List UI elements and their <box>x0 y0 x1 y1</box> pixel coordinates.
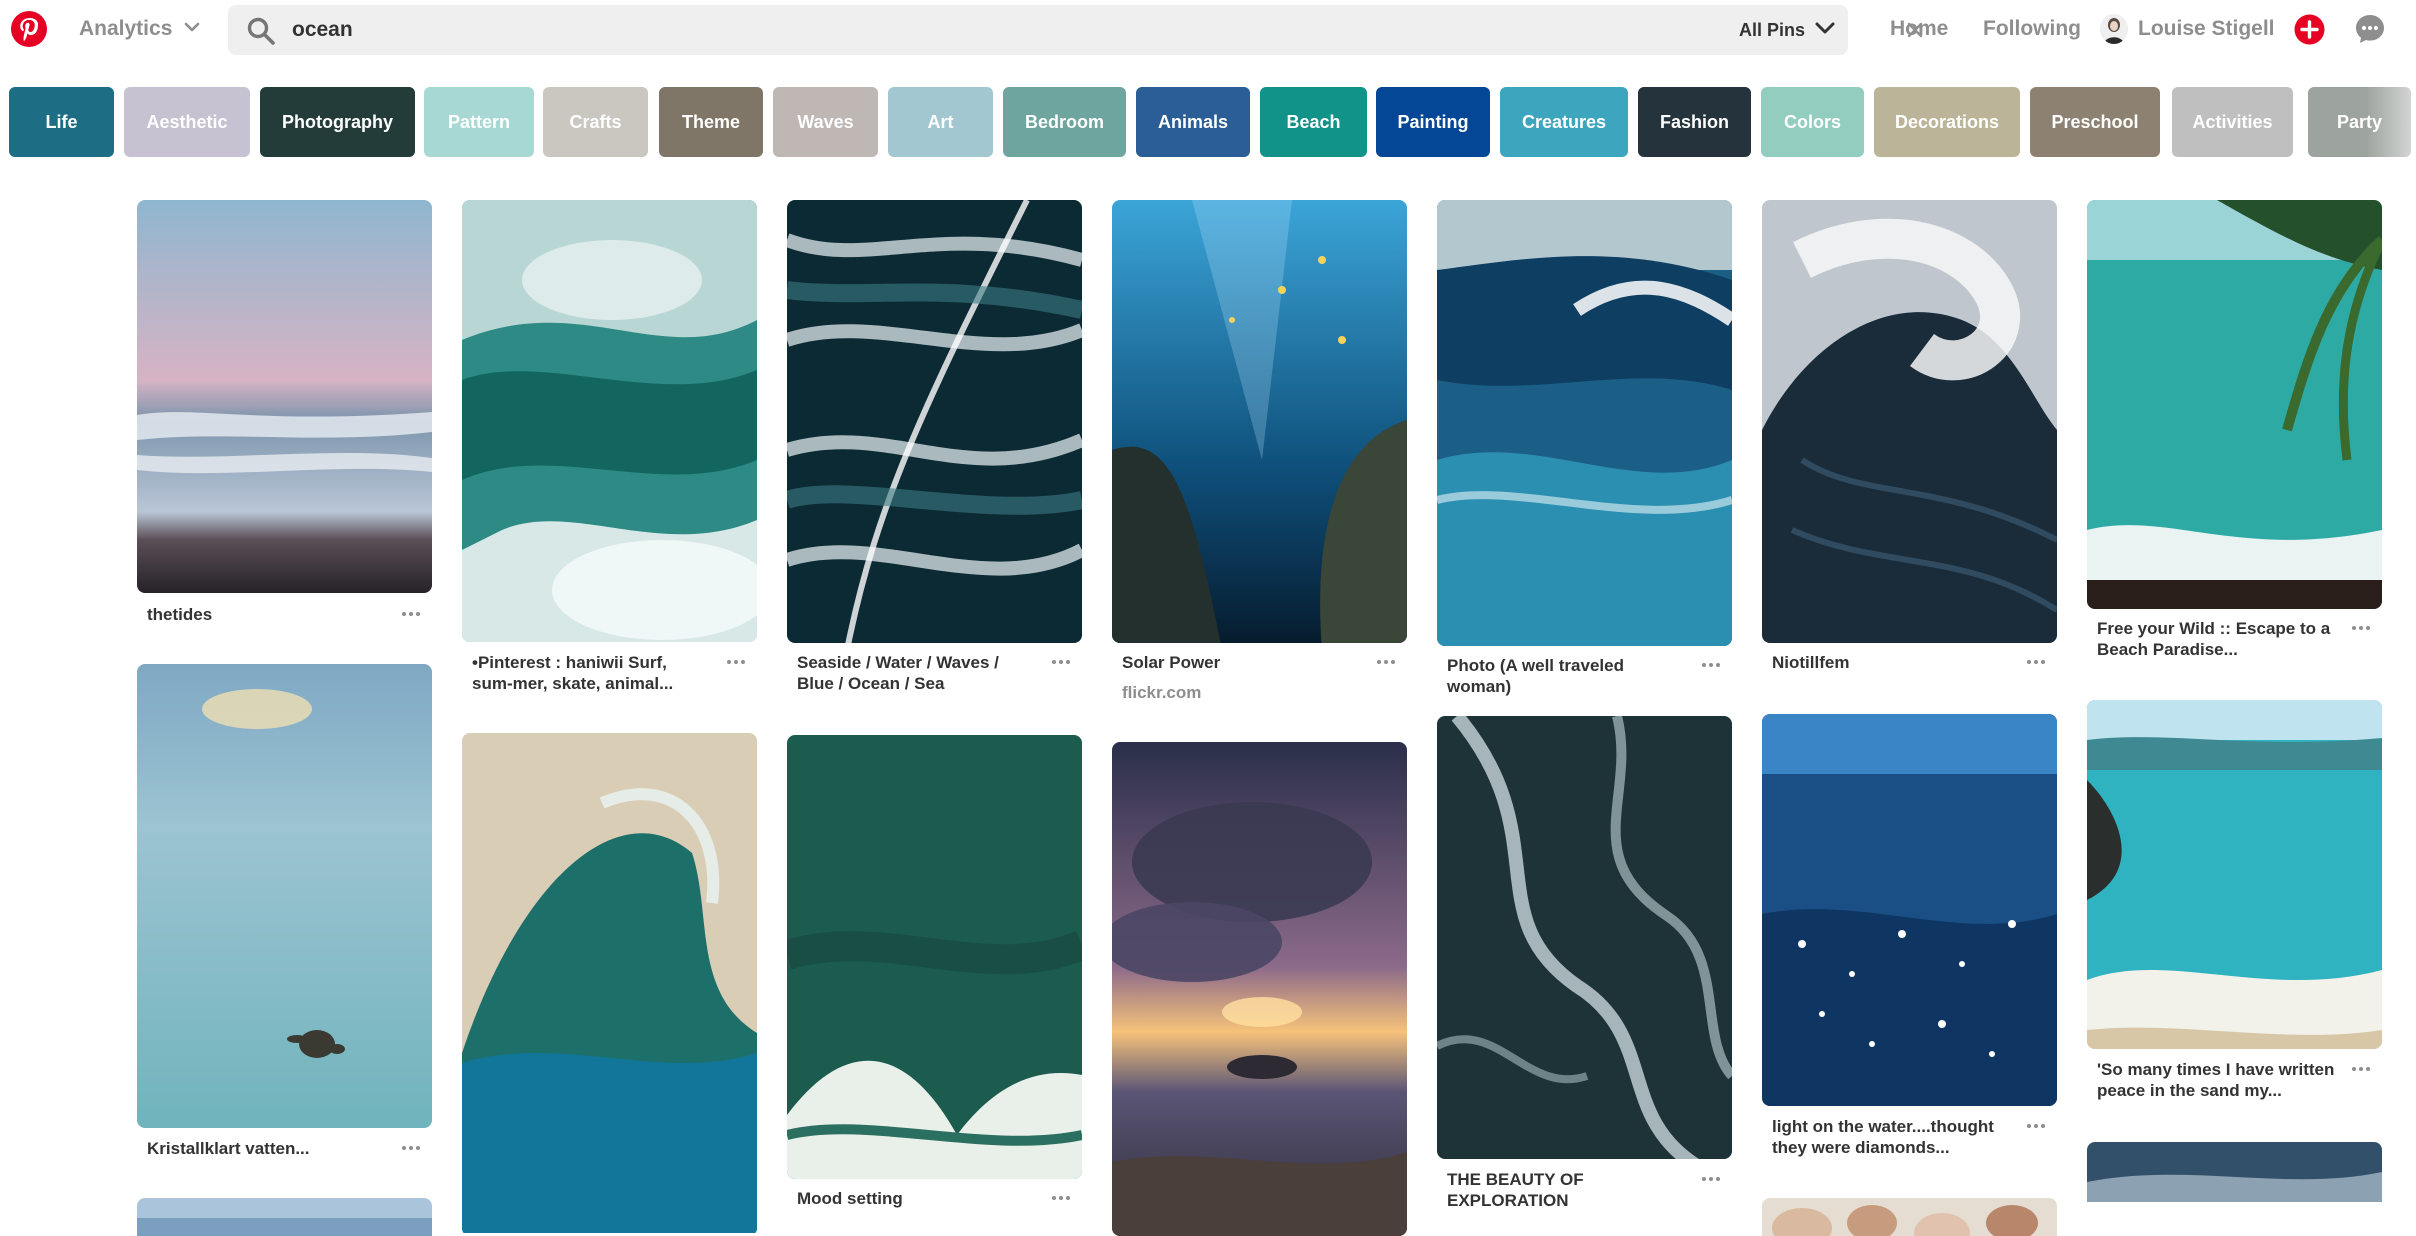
pin-title[interactable]: light on the water....thought they were … <box>1772 1116 2012 1158</box>
chip-fashion[interactable]: Fashion <box>1638 87 1751 157</box>
chip-aesthetic[interactable]: Aesthetic <box>124 87 250 157</box>
chip-colors[interactable]: Colors <box>1761 87 1864 157</box>
more-options-icon[interactable] <box>727 658 749 666</box>
pin-image[interactable] <box>787 735 1082 1179</box>
more-options-icon[interactable] <box>402 610 424 618</box>
pin-card[interactable]: Seaside / Water / Waves / Blue / Ocean /… <box>787 200 1082 693</box>
chip-creatures[interactable]: Creatures <box>1500 87 1628 157</box>
pin-card[interactable]: Free your Wild :: Escape to a Beach Para… <box>2087 200 2382 659</box>
more-options-icon[interactable] <box>2352 1065 2374 1073</box>
chip-life[interactable]: Life <box>9 87 114 157</box>
chip-party[interactable]: Party <box>2308 87 2411 157</box>
pin-title[interactable]: •Pinterest : haniwii Surf, sum-mer, skat… <box>472 652 712 694</box>
more-options-icon[interactable] <box>402 1144 424 1152</box>
chip-theme[interactable]: Theme <box>659 87 763 157</box>
pin-card[interactable]: THE BEAUTY OF EXPLORATION <box>1437 716 1732 1210</box>
pin-title[interactable]: Mood setting <box>797 1188 1037 1209</box>
pin-image[interactable] <box>1112 742 1407 1236</box>
pin-title[interactable]: thetides <box>147 604 387 625</box>
top-bar: Analytics All Pins Home Following Louise… <box>0 0 2416 66</box>
pin-image[interactable] <box>2087 700 2382 1049</box>
more-options-icon[interactable] <box>1052 658 1074 666</box>
pin-image[interactable] <box>462 200 757 642</box>
pin-image[interactable] <box>462 733 757 1236</box>
pin-card[interactable]: Mood setting <box>787 735 1082 1208</box>
chip-preschool[interactable]: Preschool <box>2030 87 2160 157</box>
pin-source[interactable]: flickr.com <box>1122 683 1201 703</box>
pin-title[interactable]: Seaside / Water / Waves / Blue / Ocean /… <box>797 652 1037 694</box>
pin-card[interactable]: Niotillfem <box>1762 200 2057 672</box>
chip-art[interactable]: Art <box>888 87 993 157</box>
pin-image[interactable] <box>1437 200 1732 646</box>
pin-title[interactable]: Kristallklart vatten... <box>147 1138 387 1159</box>
pin-card[interactable]: light on the water....thought they were … <box>1762 714 2057 1157</box>
all-pins-filter[interactable]: All Pins <box>1724 5 1850 55</box>
chip-painting[interactable]: Painting <box>1376 87 1490 157</box>
search-input[interactable] <box>292 10 1292 50</box>
pin-card[interactable] <box>462 733 757 1236</box>
chip-activities[interactable]: Activities <box>2172 87 2293 157</box>
pin-image[interactable] <box>1762 714 2057 1106</box>
chip-animals[interactable]: Animals <box>1136 87 1250 157</box>
pin-card[interactable] <box>137 1198 432 1236</box>
analytics-menu[interactable]: Analytics <box>79 14 200 44</box>
more-options-icon[interactable] <box>1377 658 1399 666</box>
pin-title[interactable]: THE BEAUTY OF EXPLORATION <box>1447 1169 1687 1211</box>
chip-photography[interactable]: Photography <box>260 87 415 157</box>
pin-title[interactable]: Photo (A well traveled woman) <box>1447 655 1687 697</box>
search-bar <box>228 5 1952 60</box>
pin-image[interactable] <box>1437 716 1732 1159</box>
more-options-icon[interactable] <box>2027 658 2049 666</box>
pin-card[interactable]: 'So many times I have written peace in t… <box>2087 700 2382 1100</box>
nav-following-link[interactable]: Following <box>1983 14 2081 44</box>
analytics-label: Analytics <box>79 17 173 40</box>
pin-image[interactable] <box>1112 200 1407 643</box>
search-guides-bar: Life Aesthetic Photography Pattern Crafts The… <box>0 87 2416 157</box>
pin-image[interactable] <box>787 200 1082 643</box>
pin-title[interactable]: 'So many times I have written peace in t… <box>2097 1059 2337 1101</box>
chip-beach[interactable]: Beach <box>1260 87 1367 157</box>
chip-bedroom[interactable]: Bedroom <box>1003 87 1126 157</box>
avatar <box>2100 14 2128 44</box>
pinterest-logo-icon[interactable] <box>10 10 48 48</box>
more-options-icon[interactable] <box>1052 1194 1074 1202</box>
pin-card[interactable]: •Pinterest : haniwii Surf, sum-mer, skat… <box>462 200 757 693</box>
pin-image[interactable] <box>2087 200 2382 609</box>
chip-decorations[interactable]: Decorations <box>1874 87 2020 157</box>
pin-card[interactable]: Photo (A well traveled woman) <box>1437 200 1732 696</box>
pin-image[interactable] <box>2087 1142 2382 1236</box>
chip-pattern[interactable]: Pattern <box>424 87 534 157</box>
pin-title[interactable]: Free your Wild :: Escape to a Beach Para… <box>2097 618 2337 660</box>
more-options-icon[interactable] <box>1702 661 1724 669</box>
chevron-down-icon <box>1815 21 1835 40</box>
user-name: Louise Stigell <box>2138 17 2275 40</box>
pin-image[interactable] <box>1762 200 2057 643</box>
nav-home-link[interactable]: Home <box>1890 14 1948 44</box>
pin-card[interactable] <box>1762 1198 2057 1236</box>
user-profile-link[interactable]: Louise Stigell <box>2100 11 2275 47</box>
search-icon <box>246 16 276 46</box>
pin-image[interactable] <box>137 1198 432 1236</box>
add-pin-button[interactable] <box>2294 14 2325 45</box>
chip-waves[interactable]: Waves <box>773 87 878 157</box>
pin-title[interactable]: Niotillfem <box>1772 652 2012 673</box>
more-options-icon[interactable] <box>2027 1122 2049 1130</box>
pin-card[interactable] <box>1112 742 1407 1236</box>
pin-card[interactable]: thetides <box>137 200 432 624</box>
pin-image[interactable] <box>1762 1198 2057 1236</box>
filter-label: All Pins <box>1738 19 1805 40</box>
pin-title[interactable]: Solar Power <box>1122 652 1362 673</box>
chevron-down-icon <box>184 20 200 38</box>
pin-card[interactable]: Solar Power flickr.com <box>1112 200 1407 702</box>
pin-card[interactable]: Kristallklart vatten... <box>137 664 432 1158</box>
filter-divider <box>1950 10 1952 60</box>
pin-image[interactable] <box>137 664 432 1128</box>
more-options-icon[interactable] <box>2352 624 2374 632</box>
messages-icon[interactable] <box>2354 13 2386 45</box>
more-options-icon[interactable] <box>1702 1175 1724 1183</box>
pin-image[interactable] <box>137 200 432 593</box>
chip-crafts[interactable]: Crafts <box>543 87 648 157</box>
pin-card[interactable] <box>2087 1142 2382 1236</box>
